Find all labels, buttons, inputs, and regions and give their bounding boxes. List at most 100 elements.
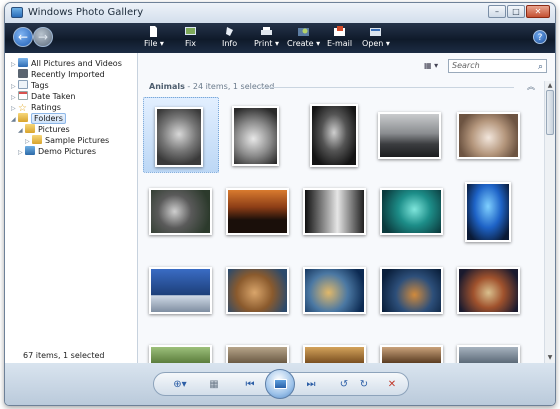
photo-gallery-window: Windows Photo Gallery – □ ✕ ← → File ▾ F… <box>4 2 556 406</box>
email-label: E-mail <box>327 39 353 48</box>
create-menu[interactable]: Create ▾ <box>287 26 320 48</box>
printer-icon <box>260 27 272 35</box>
scroll-thumb[interactable] <box>546 90 554 135</box>
group-name: Animals <box>149 82 185 91</box>
file-label: File <box>144 39 158 48</box>
tree-item-folders[interactable]: ◢ Folders <box>11 113 66 124</box>
photo-thumbnail[interactable] <box>457 267 520 314</box>
tree-item-ratings[interactable]: ▷ ☆ Ratings <box>11 102 61 114</box>
tree-item-pictures[interactable]: ◢ Pictures <box>18 124 70 135</box>
create-label: Create <box>287 39 314 48</box>
previous-icon[interactable]: ⏮ <box>238 376 262 393</box>
photo-thumbnail[interactable] <box>226 345 289 365</box>
forward-arrow-icon[interactable]: → <box>33 27 53 47</box>
app-icon <box>11 7 23 18</box>
search-icon[interactable]: ⌕ <box>538 61 543 73</box>
close-button[interactable]: ✕ <box>526 5 550 18</box>
info-button[interactable]: Info <box>222 26 237 48</box>
photo-thumbnail[interactable] <box>149 188 212 235</box>
minimize-button[interactable]: – <box>488 5 506 18</box>
tag-icon <box>18 80 28 89</box>
rotate-right-icon[interactable]: ↻ <box>355 376 373 393</box>
email-icon <box>334 26 346 36</box>
slideshow-icon[interactable] <box>265 369 295 399</box>
network-folder-icon <box>25 146 35 155</box>
open-menu[interactable]: Open ▾ <box>362 26 390 48</box>
help-icon[interactable]: ? <box>533 30 547 44</box>
main-content: ▷ All Pictures and Videos Recently Import… <box>5 53 555 365</box>
tree-item-demo-pictures[interactable]: ▷ Demo Pictures <box>18 146 96 157</box>
title-bar: Windows Photo Gallery – □ ✕ <box>5 3 555 23</box>
photo-thumbnail[interactable] <box>457 345 520 365</box>
photo-thumbnail[interactable] <box>303 188 366 235</box>
window-title: Windows Photo Gallery <box>28 7 144 18</box>
open-icon <box>370 28 382 36</box>
photo-thumbnail[interactable] <box>465 182 511 242</box>
folder-icon <box>32 135 42 144</box>
delete-icon[interactable]: ✕ <box>383 376 401 393</box>
tree-item-label: Tags <box>31 81 49 90</box>
pictures-icon <box>18 58 28 67</box>
photo-thumbnail[interactable] <box>380 345 443 365</box>
next-icon[interactable]: ⏭ <box>299 376 323 393</box>
photo-thumbnail[interactable] <box>226 188 289 235</box>
tree-item-all-pictures[interactable]: ▷ All Pictures and Videos <box>11 58 122 69</box>
print-menu[interactable]: Print ▾ <box>254 26 279 48</box>
photo-thumbnail[interactable] <box>310 104 358 167</box>
tree-item-label: Sample Pictures <box>45 136 110 145</box>
search-placeholder: Search <box>452 61 480 70</box>
group-divider <box>260 87 514 88</box>
scroll-down-icon[interactable]: ▼ <box>545 353 555 363</box>
search-input[interactable]: Search ⌕ <box>448 59 547 73</box>
tree-item-label: Folders <box>31 113 66 124</box>
expand-icon[interactable]: ▷ <box>18 147 25 158</box>
back-arrow-icon[interactable]: ← <box>13 27 33 47</box>
open-label: Open <box>362 39 384 48</box>
tree-item-label: Date Taken <box>31 92 76 101</box>
tree-item-label: Demo Pictures <box>38 147 96 156</box>
navigation-pane: ▷ All Pictures and Videos Recently Import… <box>5 53 138 363</box>
collapse-group-icon[interactable]: ︽ <box>527 81 535 92</box>
tree-item-label: Recently Imported <box>31 70 105 79</box>
create-icon <box>298 28 310 36</box>
file-icon <box>150 26 158 37</box>
maximize-button[interactable]: □ <box>507 5 525 18</box>
playback-controls-bar: ⊕▾ ▦ ⏮ ⏭ ↺ ↻ ✕ <box>5 363 555 405</box>
folder-icon <box>25 124 35 133</box>
email-button[interactable]: E-mail <box>327 26 352 48</box>
tree-item-recently-imported[interactable]: Recently Imported <box>11 69 105 80</box>
vertical-scrollbar[interactable]: ▲ ▼ <box>544 81 555 363</box>
collapse-icon[interactable]: ◢ <box>11 114 18 125</box>
photo-thumbnail[interactable] <box>303 267 366 314</box>
tree-item-date-taken[interactable]: ▷ Date Taken <box>11 91 75 102</box>
fix-button[interactable]: Fix <box>185 26 196 48</box>
photo-thumbnail[interactable] <box>380 267 443 314</box>
photo-thumbnail[interactable] <box>378 112 441 159</box>
actual-size-icon[interactable]: ▦ <box>204 376 224 393</box>
photo-thumbnail[interactable] <box>226 267 289 314</box>
photo-thumbnail[interactable] <box>149 267 212 314</box>
window-controls: – □ ✕ <box>488 5 550 18</box>
photo-thumbnail[interactable] <box>303 345 366 365</box>
photo-thumbnail[interactable] <box>232 106 279 166</box>
collapse-icon[interactable]: ◢ <box>18 125 25 136</box>
fix-label: Fix <box>185 39 196 48</box>
photo-thumbnail[interactable] <box>149 345 212 365</box>
file-menu[interactable]: File ▾ <box>144 26 164 48</box>
zoom-icon[interactable]: ⊕▾ <box>168 376 192 393</box>
control-pill: ⊕▾ ▦ ⏮ ⏭ ↺ ↻ ✕ <box>153 369 409 399</box>
view-options-icon[interactable]: ▦ ▾ <box>424 61 444 73</box>
star-icon: ☆ <box>18 103 27 114</box>
photo-thumbnail[interactable] <box>155 107 203 167</box>
fix-icon <box>185 27 196 35</box>
tree-item-label: All Pictures and Videos <box>31 59 122 68</box>
tree-item-label: Ratings <box>31 103 61 112</box>
photo-thumbnail[interactable] <box>457 112 520 159</box>
rotate-left-icon[interactable]: ↺ <box>335 376 353 393</box>
tree-item-tags[interactable]: ▷ Tags <box>11 80 49 91</box>
photo-thumbnail[interactable] <box>380 188 443 235</box>
thumbnail-gallery: ▦ ▾ Search ⌕ Animals - 24 items, 1 selec… <box>138 53 555 365</box>
command-bar: ← → File ▾ Fix Info Print ▾ Create ▾ E-m… <box>5 23 555 53</box>
tree-item-sample-pictures[interactable]: ▷ Sample Pictures <box>25 135 109 146</box>
group-header[interactable]: Animals - 24 items, 1 selected <box>149 82 274 91</box>
